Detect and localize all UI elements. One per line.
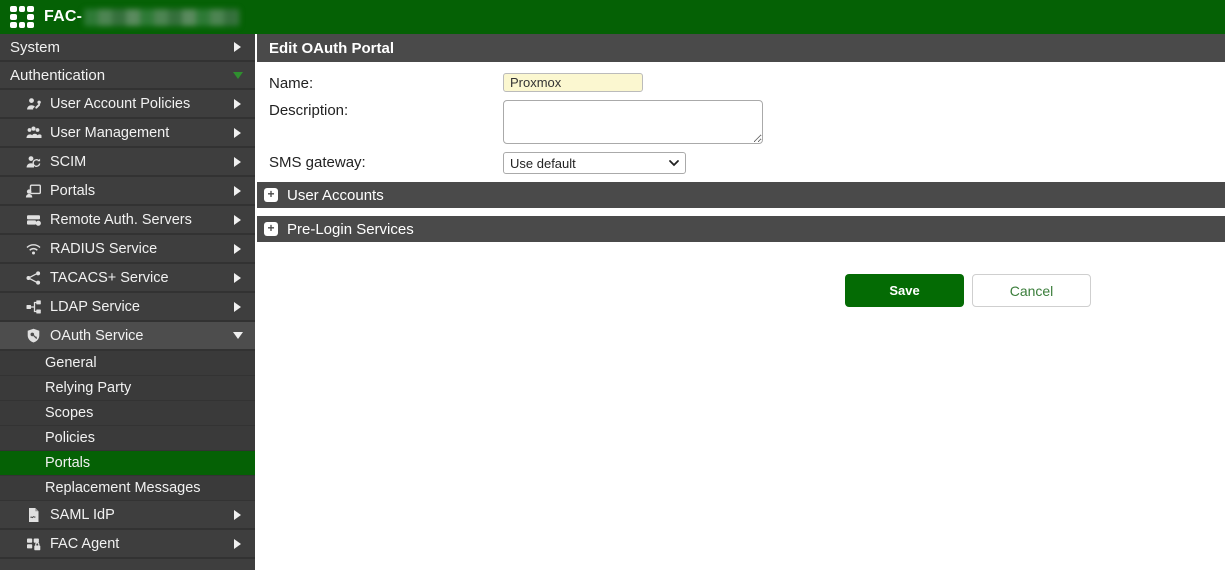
main-content: Edit OAuth Portal Name: Description: SMS… [255, 34, 1225, 570]
fortinet-logo-icon [10, 6, 34, 28]
submenu-item-label: Scopes [45, 405, 93, 421]
chevron-right-icon [234, 99, 241, 109]
network-icon [25, 269, 44, 286]
sidebar-item-authentication[interactable]: Authentication [0, 62, 255, 90]
sidebar-item-portals[interactable]: Portals [0, 177, 255, 206]
sidebar-item-saml-idp[interactable]: SAML IdP [0, 501, 255, 530]
top-header-bar: FAC- [0, 0, 1225, 34]
sidebar-item-label: LDAP Service [50, 299, 234, 315]
chevron-right-icon [234, 128, 241, 138]
chevron-right-icon [234, 510, 241, 520]
sidebar-item-label: SCIM [50, 154, 234, 170]
sidebar-item-label: FAC Agent [50, 536, 234, 552]
sidebar-item-label: System [10, 39, 234, 56]
page-title: Edit OAuth Portal [269, 40, 394, 57]
submenu-item-policies[interactable]: Policies [0, 426, 255, 451]
sidebar-item-user-management[interactable]: User Management [0, 119, 255, 148]
submenu-item-label: Replacement Messages [45, 480, 201, 496]
sidebar-item-system[interactable]: System [0, 34, 255, 62]
form-buttons: Save Cancel [257, 274, 1225, 307]
sidebar: System Authentication User Account Polic… [0, 34, 255, 570]
chevron-right-icon [234, 273, 241, 283]
sidebar-item-label: Authentication [10, 67, 233, 84]
sidebar-item-fac-agent[interactable]: FAC Agent [0, 530, 255, 559]
user-sync-icon [25, 153, 44, 170]
chevron-right-icon [234, 186, 241, 196]
save-button[interactable]: Save [845, 274, 964, 307]
sms-gateway-label: SMS gateway: [269, 152, 503, 174]
sidebar-item-label: Portals [50, 183, 234, 199]
chevron-right-icon [234, 42, 241, 52]
page-title-bar: Edit OAuth Portal [257, 34, 1225, 62]
submenu-item-label: Relying Party [45, 380, 131, 396]
submenu-item-label: Portals [45, 455, 90, 471]
sidebar-item-oauth-service[interactable]: OAuth Service [0, 322, 255, 351]
grid-lock-icon [25, 535, 44, 552]
sidebar-item-label: SAML IdP [50, 507, 234, 523]
wifi-icon [25, 240, 44, 257]
submenu-item-general[interactable]: General [0, 351, 255, 376]
expand-plus-icon[interactable]: + [264, 188, 278, 202]
expand-plus-icon[interactable]: + [264, 222, 278, 236]
chevron-down-icon [233, 72, 243, 79]
section-label: Pre-Login Services [287, 221, 414, 238]
sidebar-item-scim[interactable]: SCIM [0, 148, 255, 177]
sidebar-item-ldap-service[interactable]: LDAP Service [0, 293, 255, 322]
user-window-icon [25, 182, 44, 199]
servers-icon [25, 211, 44, 228]
description-label: Description: [269, 100, 503, 144]
brand-title: FAC- [44, 8, 82, 26]
sms-gateway-select-wrap: Use default [503, 152, 686, 174]
chevron-right-icon [234, 215, 241, 225]
sidebar-item-label: OAuth Service [50, 328, 233, 344]
sidebar-item-label: Remote Auth. Servers [50, 212, 234, 228]
chevron-right-icon [234, 539, 241, 549]
sidebar-item-radius-service[interactable]: RADIUS Service [0, 235, 255, 264]
sidebar-item-label: TACACS+ Service [50, 270, 234, 286]
sidebar-item-label: User Management [50, 125, 234, 141]
sidebar-filler [0, 559, 255, 570]
redacted-hostname [84, 9, 239, 26]
chevron-right-icon [234, 157, 241, 167]
sidebar-item-user-account-policies[interactable]: User Account Policies [0, 90, 255, 119]
submenu-item-replacement-messages[interactable]: Replacement Messages [0, 476, 255, 501]
tree-icon [25, 298, 44, 315]
name-label: Name: [269, 73, 503, 92]
submenu-item-label: General [45, 355, 97, 371]
section-user-accounts[interactable]: + User Accounts [257, 182, 1225, 208]
chevron-right-icon [234, 302, 241, 312]
sidebar-item-tacacs-service[interactable]: TACACS+ Service [0, 264, 255, 293]
users-icon [25, 124, 44, 141]
shield-key-icon [25, 327, 44, 344]
submenu-item-scopes[interactable]: Scopes [0, 401, 255, 426]
edit-oauth-portal-form: Name: Description: SMS gateway: Use defa… [257, 62, 1225, 174]
cancel-button[interactable]: Cancel [972, 274, 1091, 307]
sidebar-item-remote-auth-servers[interactable]: Remote Auth. Servers [0, 206, 255, 235]
oauth-service-submenu: General Relying Party Scopes Policies Po… [0, 351, 255, 501]
sms-gateway-select[interactable]: Use default [503, 152, 686, 174]
section-pre-login-services[interactable]: + Pre-Login Services [257, 216, 1225, 242]
submenu-item-label: Policies [45, 430, 95, 446]
submenu-item-relying-party[interactable]: Relying Party [0, 376, 255, 401]
document-icon [25, 506, 44, 523]
section-label: User Accounts [287, 187, 384, 204]
name-input[interactable] [503, 73, 643, 92]
sidebar-item-label: User Account Policies [50, 96, 234, 112]
user-wrench-icon [25, 95, 44, 112]
chevron-down-icon [233, 332, 243, 339]
submenu-item-portals-selected[interactable]: Portals [0, 451, 255, 476]
description-textarea[interactable] [503, 100, 763, 144]
chevron-right-icon [234, 244, 241, 254]
sidebar-item-label: RADIUS Service [50, 241, 234, 257]
